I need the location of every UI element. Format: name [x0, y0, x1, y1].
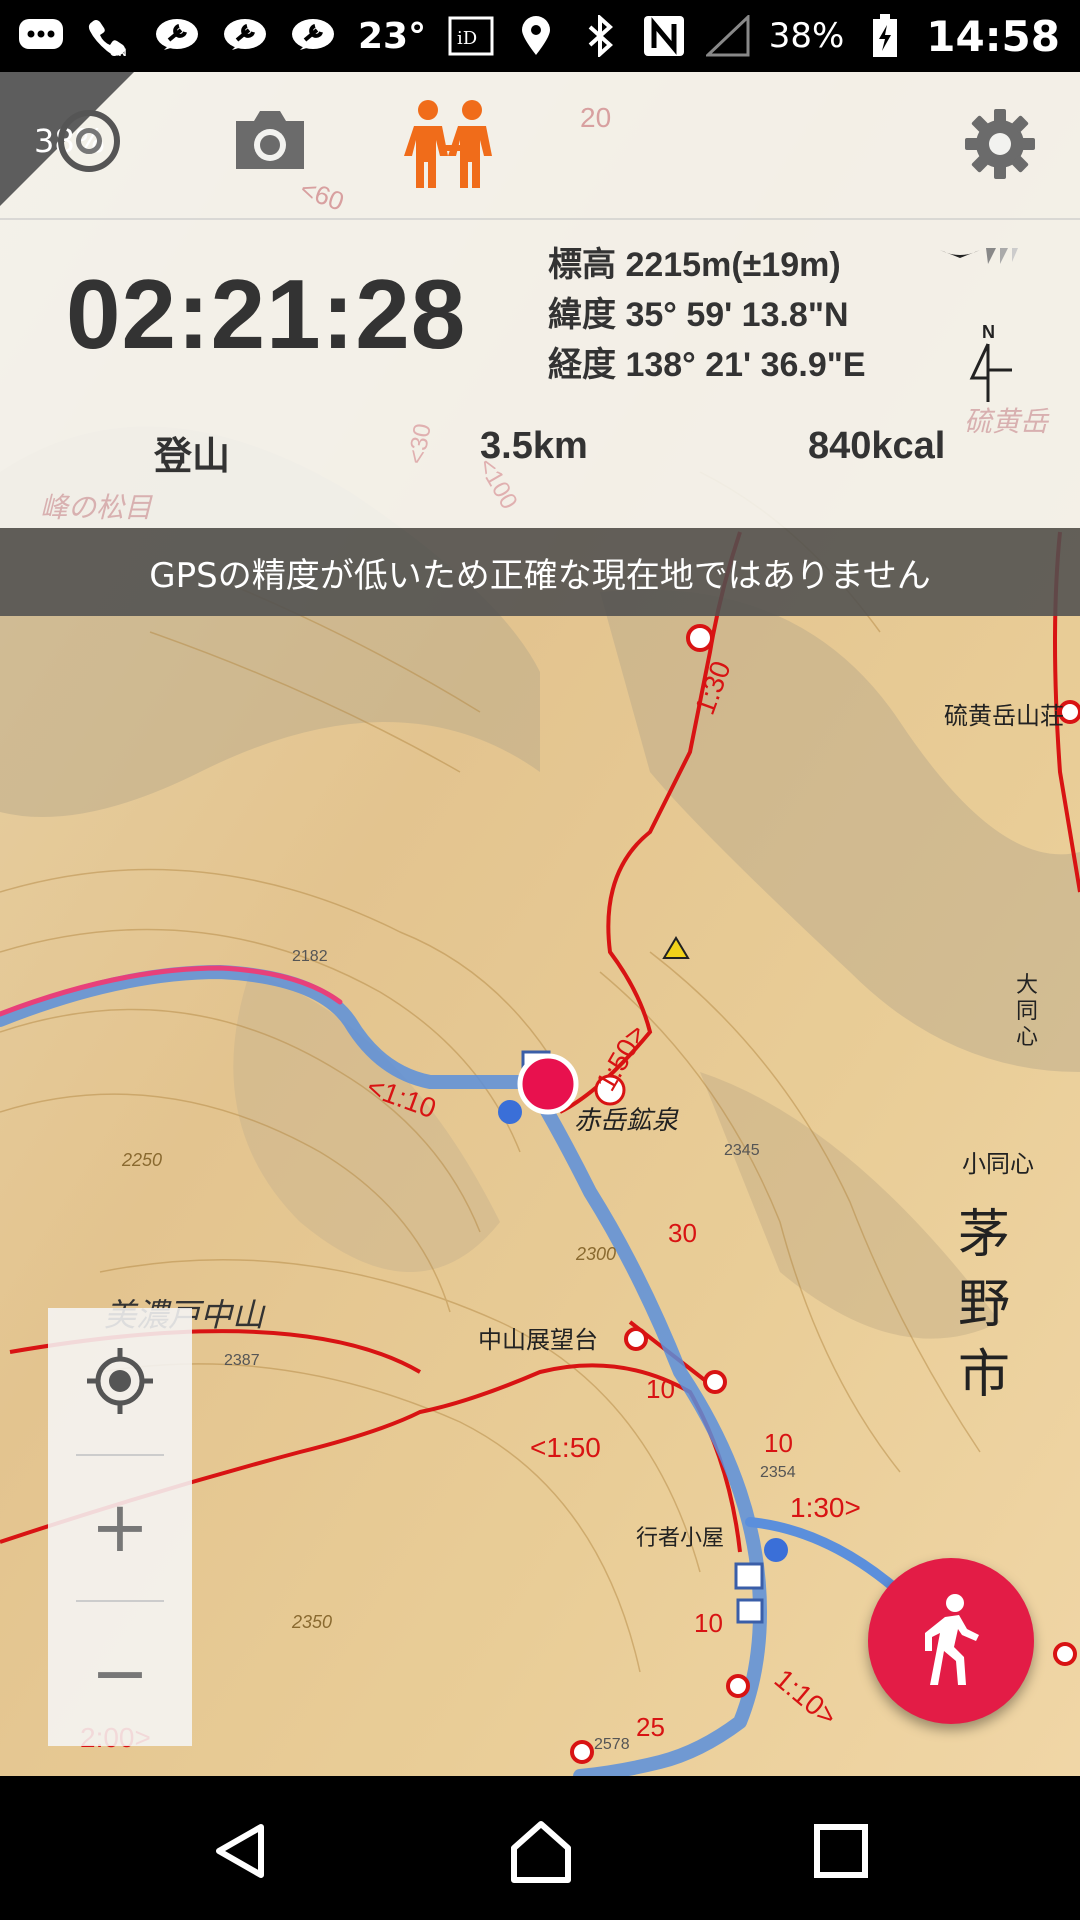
stats-row: 登山 3.5km 840kcal: [0, 425, 1080, 485]
distance: 3.5km: [480, 425, 588, 467]
elapsed-timer: 02:21:28: [66, 259, 467, 369]
map-label-chino-2: 野: [958, 1276, 1011, 1334]
gps-accuracy-banner: GPSの精度が低いため正確な現在地ではありません: [0, 528, 1080, 616]
back-button[interactable]: [196, 1806, 286, 1896]
svg-text:ON: ON: [110, 47, 127, 58]
battery-charging-icon: [862, 14, 908, 57]
latitude-row: 緯度 35° 59' 13.8"N: [548, 290, 866, 340]
map-elev-2182: 2182: [292, 948, 328, 965]
my-location-icon: [87, 1348, 153, 1414]
back-icon: [216, 1824, 264, 1878]
bluetooth-icon: [577, 15, 623, 57]
longitude-value: 138° 21' 36.9"E: [625, 346, 866, 384]
zoom-out-button[interactable]: −: [48, 1600, 192, 1746]
map-elev-2578: 2578: [594, 1736, 630, 1753]
compass: N: [936, 240, 1026, 414]
toolbar-divider: [0, 218, 1080, 220]
map-label-odoshin: 大同心: [1016, 972, 1039, 1049]
companions-icon: [404, 100, 492, 188]
activity-type: 登山: [154, 436, 231, 478]
walking-person-icon: [925, 1594, 979, 1685]
calories: 840kcal: [808, 425, 946, 467]
map-elev-2354: 2354: [760, 1464, 796, 1481]
clock: 14:58: [926, 11, 1060, 61]
map-elev-2300: 2300: [576, 1244, 617, 1264]
messages-icon: [18, 16, 64, 56]
location-readout: 標高 2215m(±19m) 緯度 35° 59' 13.8"N 経度 138°…: [548, 240, 866, 390]
map-label-gyoja-hut: 行者小屋: [636, 1525, 725, 1550]
latitude-value: 35° 59' 13.8"N: [625, 296, 849, 334]
map-label-time-150b: <1:50: [530, 1432, 601, 1463]
map-label-seg-10b: 10: [764, 1428, 793, 1458]
altitude-row: 標高 2215m(±19m): [548, 240, 866, 290]
my-location-button[interactable]: [48, 1308, 192, 1454]
altitude-value: 2215m(±19m): [625, 246, 841, 284]
map-label-time-130b: 1:30>: [790, 1492, 861, 1523]
temperature: 23°: [358, 15, 427, 57]
map-label-seg-25: 25: [636, 1712, 665, 1742]
map-label-kodoshin: 小同心: [962, 1151, 1034, 1178]
location-icon: [513, 16, 559, 56]
longitude-label: 経度: [548, 346, 616, 384]
gps-status-icon[interactable]: [58, 110, 120, 172]
signal-icon: [705, 15, 751, 57]
wifi-calling-icon: ON: [86, 16, 132, 58]
map-elev-2345: 2345: [724, 1142, 760, 1159]
compass-icon: N: [940, 248, 1018, 402]
longitude-row: 経度 138° 21' 36.9"E: [548, 340, 866, 390]
activity-fab-button[interactable]: [868, 1558, 1034, 1724]
map-elev-2387: 2387: [224, 1352, 260, 1369]
map-zoom-control: + −: [48, 1308, 192, 1746]
zoom-in-button[interactable]: +: [48, 1454, 192, 1600]
map-label-chino-3: 市: [958, 1346, 1011, 1404]
home-icon: [511, 1821, 571, 1883]
recents-icon: [814, 1824, 868, 1878]
altitude-label: 標高: [548, 246, 616, 284]
companions-button[interactable]: [400, 96, 500, 192]
recents-button[interactable]: [796, 1806, 886, 1896]
svg-text:iD: iD: [457, 28, 477, 49]
gear-icon: [965, 109, 1035, 179]
latitude-label: 緯度: [548, 296, 616, 334]
map-elev-2350: 2350: [292, 1612, 333, 1632]
map-elev-20: 20: [580, 102, 612, 133]
map-label-seg-30: 30: [668, 1218, 697, 1248]
map-label-minenomatsume: 峰の松目: [40, 492, 153, 523]
maintenance-icon: [222, 16, 268, 56]
camera-button[interactable]: [230, 100, 310, 180]
map-label-seg-10a: 10: [646, 1374, 675, 1404]
navigation-bar: [0, 1776, 1080, 1920]
map-label-nakayama-view: 中山展望台: [478, 1327, 598, 1354]
status-bar: ON 23° iD 38% 14:58: [0, 0, 1080, 72]
map-elev-2250: 2250: [122, 1150, 163, 1170]
home-button[interactable]: [496, 1806, 586, 1896]
map-label-akadake-spring: 赤岳鉱泉: [574, 1105, 679, 1135]
maintenance-icon: [154, 16, 200, 56]
nfc-icon: [641, 16, 687, 56]
map-label-seg-10c: 10: [694, 1608, 723, 1638]
map-label-sulfur-hut: 硫黄岳山荘: [944, 703, 1064, 730]
compass-north: N: [982, 322, 995, 342]
battery-percent: 38%: [768, 16, 845, 56]
maintenance-icon: [290, 16, 336, 56]
camera-icon: [236, 111, 304, 169]
map-label-chino-1: 茅: [958, 1206, 1011, 1264]
id-icon: iD: [448, 16, 494, 56]
settings-button[interactable]: [960, 104, 1040, 184]
